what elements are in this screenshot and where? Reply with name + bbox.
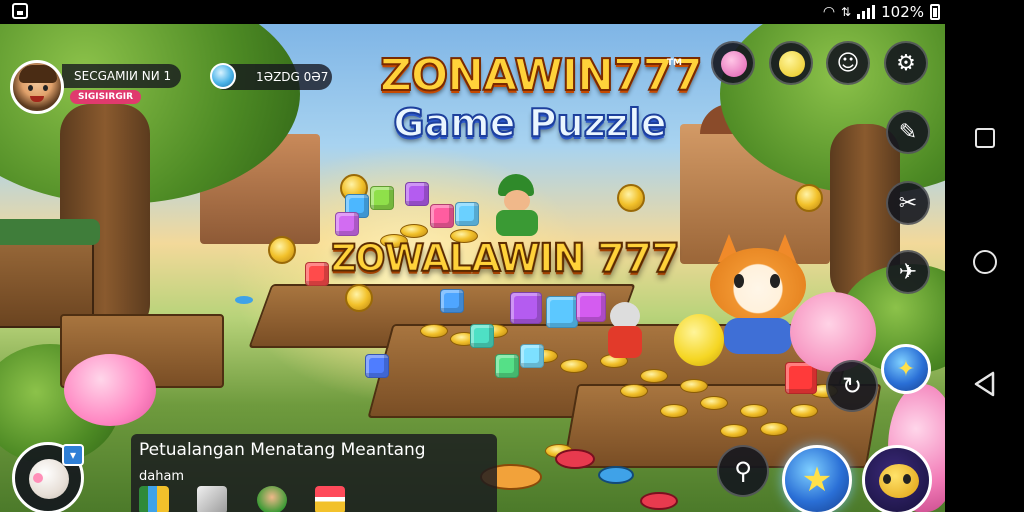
puzzle-cube — [520, 344, 544, 368]
floating-coin — [345, 284, 373, 312]
status-icons: ◠ ⇅ 102% — [823, 2, 940, 22]
notification-icon — [12, 3, 28, 19]
pet-yellow-icon[interactable] — [769, 41, 813, 85]
puzzle-cube — [495, 354, 519, 378]
token-chip — [555, 449, 595, 469]
wifi-icon: ◠ — [822, 4, 836, 20]
yellow-bird-character — [674, 314, 724, 366]
signal-icon — [857, 5, 876, 19]
refresh-icon[interactable]: ↻ — [826, 360, 878, 412]
coin — [760, 422, 788, 436]
square-icon — [975, 128, 995, 148]
currency-display[interactable]: 1ӘZDG 0Ә7 — [210, 63, 332, 90]
pig-character — [790, 292, 876, 372]
coin — [720, 424, 748, 438]
player-tag: SIGISIRGIR — [70, 90, 141, 104]
system-nav-bar — [945, 24, 1024, 512]
scene-sign: ZOWALAWIN 777 — [330, 234, 680, 282]
puzzle-cube — [370, 186, 394, 210]
token-chip — [235, 296, 253, 304]
data-icon: ⇅ — [841, 5, 852, 19]
token-chip — [640, 492, 678, 510]
magic-wand-button[interactable]: ★ — [782, 445, 852, 512]
puzzle-cube — [455, 202, 479, 226]
coin — [700, 396, 728, 410]
floating-coin — [268, 236, 296, 264]
gem-icon — [210, 63, 236, 89]
puzzle-cube — [576, 292, 606, 322]
puzzle-cube — [405, 182, 429, 206]
quest-info-panel[interactable]: Petualangan Menatang Meantang daham — [131, 434, 497, 512]
coin — [660, 404, 688, 418]
recents-button[interactable] — [965, 118, 1005, 158]
puzzle-cube — [510, 292, 542, 324]
hut-roof — [0, 219, 100, 245]
elf-character — [492, 174, 542, 236]
floating-coin — [795, 184, 823, 212]
player-avatar[interactable] — [10, 60, 64, 114]
chat-icon[interactable]: ☺ — [826, 41, 870, 85]
battery-icon — [930, 4, 940, 20]
chart-item-icon[interactable] — [139, 486, 169, 512]
game-scene: ZONAWIN777 Game Puzzle TM ZOWALAWIN 777 … — [0, 24, 945, 512]
floating-coin — [617, 184, 645, 212]
quest-subtitle: daham — [139, 469, 185, 484]
back-triangle-icon — [974, 371, 995, 397]
back-button[interactable] — [965, 364, 1005, 404]
coin — [640, 369, 668, 383]
status-bar: ◠ ⇅ 102% — [0, 0, 1024, 24]
puzzle-cube — [335, 212, 359, 236]
battery-text: 102% — [881, 3, 924, 21]
logo-title: ZONAWIN777 — [379, 50, 704, 101]
magic-wand-icon[interactable]: ✦ — [881, 344, 931, 394]
coin — [620, 384, 648, 398]
quest-title: Petualangan Menatang Meantang — [139, 440, 426, 460]
gear-icon[interactable]: ⚙ — [884, 41, 928, 85]
puzzle-cube — [430, 204, 454, 228]
player-name[interactable]: SEСGAMIИ NИ 1 — [62, 64, 182, 88]
character-button[interactable] — [862, 445, 932, 512]
logo-subtitle: Game Puzzle — [392, 101, 667, 145]
elf-item-icon[interactable] — [257, 486, 287, 512]
companion-badge-icon: ▾ — [62, 444, 84, 466]
red-fox-character — [608, 302, 642, 358]
trademark: TM — [666, 58, 682, 68]
puzzle-cube — [365, 354, 389, 378]
currency-value: 1ӘZDG 0Ә7 — [256, 70, 329, 84]
wrench-icon[interactable]: ✎ — [886, 110, 930, 154]
home-button[interactable] — [965, 242, 1005, 282]
coin — [420, 324, 448, 338]
pet-pink-icon[interactable] — [711, 41, 755, 85]
search-icon[interactable]: ⚲ — [717, 445, 769, 497]
puzzle-cube — [470, 324, 494, 348]
coin — [740, 404, 768, 418]
puzzle-cube — [440, 289, 464, 313]
coin — [560, 359, 588, 373]
stone-item-icon[interactable] — [197, 486, 227, 512]
puzzle-cube — [546, 296, 578, 328]
coin — [790, 404, 818, 418]
scissors-icon[interactable]: ✂ — [886, 181, 930, 225]
circle-icon — [973, 250, 997, 274]
game-logo: ZONAWIN777 Game Puzzle TM — [379, 50, 704, 146]
pink-blob-character — [64, 354, 156, 426]
gift-item-icon[interactable] — [315, 486, 345, 512]
plane-icon[interactable]: ✈ — [886, 250, 930, 294]
token-chip — [598, 466, 634, 484]
coin — [680, 379, 708, 393]
